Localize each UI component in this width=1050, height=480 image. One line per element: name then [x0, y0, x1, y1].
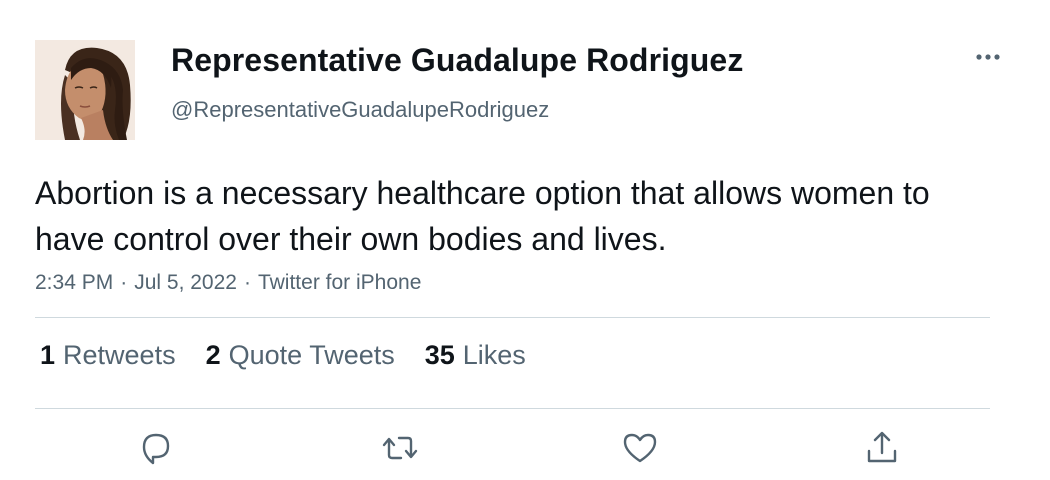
- retweets-stat[interactable]: 1 Retweets: [40, 340, 176, 371]
- retweets-count: 1: [40, 340, 56, 370]
- retweet-icon: [382, 436, 418, 460]
- share-button[interactable]: [862, 428, 902, 468]
- heart-icon: [623, 433, 657, 463]
- retweet-button[interactable]: [380, 428, 420, 468]
- likes-count: 35: [424, 340, 455, 370]
- tweet-metadata: 2:34 PM · Jul 5, 2022 · Twitter for iPhone: [35, 271, 421, 295]
- meta-separator: ·: [120, 271, 128, 294]
- reply-icon: [142, 433, 170, 465]
- divider-bottom: [35, 408, 990, 409]
- tweet-date[interactable]: Jul 5, 2022: [134, 271, 237, 294]
- likes-stat[interactable]: 35 Likes: [425, 340, 526, 371]
- more-options-button[interactable]: [968, 40, 1008, 74]
- share-icon: [867, 431, 897, 463]
- reply-button[interactable]: [136, 428, 176, 468]
- author-display-name[interactable]: Representative Guadalupe Rodriguez: [171, 42, 743, 79]
- like-button[interactable]: [620, 428, 660, 468]
- author-handle[interactable]: @RepresentativeGuadalupeRodriguez: [171, 97, 549, 123]
- likes-label: Likes: [462, 340, 526, 370]
- meta-separator: ·: [243, 271, 251, 294]
- tweet-source[interactable]: Twitter for iPhone: [258, 271, 421, 294]
- divider-top: [35, 317, 990, 318]
- avatar[interactable]: [35, 40, 135, 140]
- quote-tweets-label: Quote Tweets: [228, 340, 395, 370]
- quote-tweets-count: 2: [205, 340, 221, 370]
- quote-tweets-stat[interactable]: 2 Quote Tweets: [206, 340, 395, 371]
- retweets-label: Retweets: [63, 340, 176, 370]
- tweet-time[interactable]: 2:34 PM: [35, 271, 113, 294]
- tweet-text: Abortion is a necessary healthcare optio…: [35, 175, 930, 257]
- tweet-stats: 1 Retweets 2 Quote Tweets 35 Likes: [40, 340, 526, 371]
- more-horizontal-icon: [976, 54, 1000, 60]
- avatar-photo: [35, 40, 135, 140]
